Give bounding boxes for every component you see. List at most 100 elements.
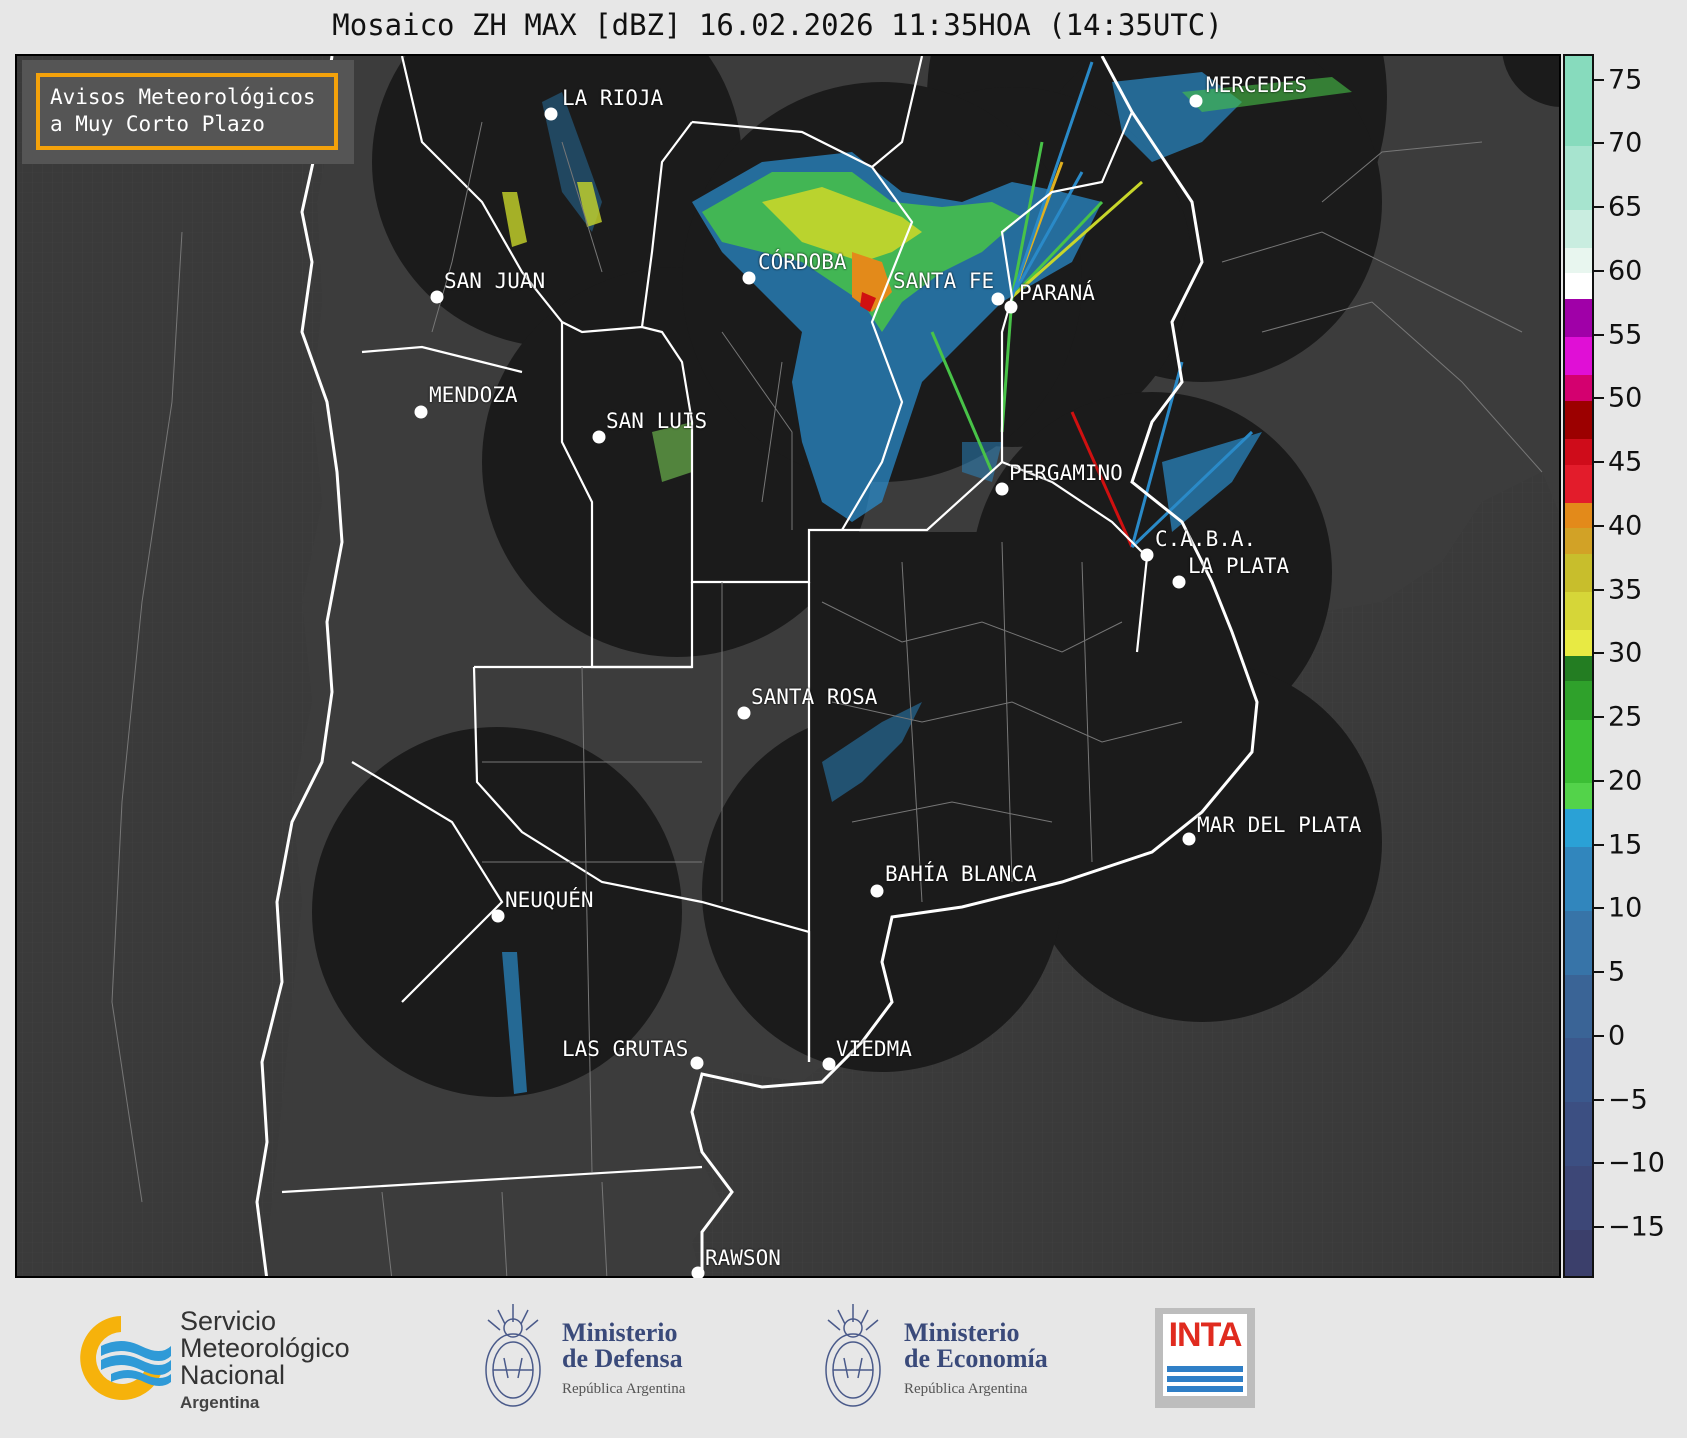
colorbar-tick-label: 45 <box>1608 446 1643 478</box>
colorbar-tick <box>1594 78 1604 81</box>
colorbar-tick-label: 60 <box>1608 255 1643 287</box>
colorbar-segment <box>1565 1229 1592 1276</box>
city-marker[interactable] <box>1172 575 1186 589</box>
smn-sub: Argentina <box>180 1393 260 1412</box>
colorbar-tick <box>1594 142 1604 145</box>
colorbar-tick <box>1594 333 1604 336</box>
colorbar-tick <box>1594 652 1604 655</box>
colorbar-tick <box>1594 461 1604 463</box>
city-label: LA PLATA <box>1188 554 1290 578</box>
badge-line-1: Avisos Meteorológicos <box>50 85 316 109</box>
city-marker[interactable] <box>1140 548 1154 562</box>
colorbar-tick <box>1594 206 1604 208</box>
colorbar-tick-label: 25 <box>1608 701 1643 733</box>
city-label: CÓRDOBA <box>758 250 847 274</box>
inta-text: INTA <box>1168 1316 1243 1354</box>
colorbar-segment <box>1565 527 1592 554</box>
colorbar-tick <box>1594 1034 1604 1037</box>
colorbar-tick <box>1594 588 1604 591</box>
colorbar-segment <box>1565 209 1592 248</box>
colorbar-segment <box>1565 629 1592 656</box>
map-title: Mosaico ZH MAX [dBZ] 16.02.2026 11:35HOA… <box>332 8 1223 42</box>
city-marker[interactable] <box>430 290 444 304</box>
colorbar-segment <box>1565 782 1592 809</box>
colorbar-tick-label: 70 <box>1608 127 1643 159</box>
city-marker[interactable] <box>991 292 1005 306</box>
city-label: SANTA FE <box>893 269 995 293</box>
colorbar <box>1563 54 1594 1278</box>
colorbar-segment <box>1565 272 1592 299</box>
colorbar-tick-label: 15 <box>1608 829 1643 860</box>
economia-logo[interactable]: Ministerio de Economía República Argenti… <box>818 1298 1088 1418</box>
colorbar-segment <box>1565 655 1592 682</box>
city-label: SANTA ROSA <box>751 685 878 709</box>
colorbar-segment <box>1565 336 1592 376</box>
city-marker[interactable] <box>995 482 1009 496</box>
city-marker[interactable] <box>491 909 505 923</box>
inta-logo-icon: INTA <box>1163 1314 1247 1396</box>
smn-logo-text: Servicio Meteorológico Nacional Argentin… <box>180 1308 350 1416</box>
city-label: C.A.B.A. <box>1155 527 1257 551</box>
colorbar-segment <box>1565 247 1592 274</box>
colorbar-segment <box>1565 910 1592 975</box>
city-label: SAN LUIS <box>606 409 708 433</box>
colorbar-tick <box>1594 1098 1604 1101</box>
colorbar-tick-label: 35 <box>1608 574 1643 605</box>
colorbar-segment <box>1565 680 1592 720</box>
colorbar-tick <box>1594 843 1604 846</box>
city-marker[interactable] <box>737 706 751 720</box>
badge-line-2: a Muy Corto Plazo <box>50 112 265 136</box>
defensa-logo[interactable]: Ministerio de Defensa República Argentin… <box>478 1298 738 1418</box>
city-marker[interactable] <box>1004 300 1018 314</box>
colorbar-segment <box>1565 553 1592 592</box>
colorbar-segment <box>1565 846 1592 911</box>
map-canvas <box>17 56 1559 1276</box>
city-marker[interactable] <box>544 107 558 121</box>
colorbar-segment <box>1565 1037 1592 1102</box>
city-label: PARANÁ <box>1019 281 1095 305</box>
colorbar-segment <box>1565 374 1592 401</box>
city-marker[interactable] <box>1182 832 1196 846</box>
city-label: PERGAMINO <box>1009 461 1123 485</box>
economia-sub: República Argentina <box>904 1381 1028 1397</box>
radar-map[interactable] <box>15 54 1561 1278</box>
smn-logo-icon <box>80 1316 171 1400</box>
city-marker[interactable] <box>1189 94 1203 108</box>
colorbar-tick <box>1594 907 1604 910</box>
city-marker[interactable] <box>742 271 756 285</box>
city-label: SAN JUAN <box>444 269 546 293</box>
warning-badge: Avisos Meteorológicos a Muy Corto Plazo <box>22 60 354 164</box>
colorbar-tick <box>1594 397 1604 400</box>
smn-line-3: Nacional <box>180 1360 286 1390</box>
colorbar-segment <box>1565 719 1592 784</box>
smn-line-2: Meteorológico <box>180 1333 350 1363</box>
colorbar-segment <box>1565 298 1592 337</box>
colorbar-segment <box>1565 464 1592 503</box>
smn-logo[interactable]: Servicio Meteorológico Nacional Argentin… <box>66 1308 386 1412</box>
colorbar-tick-label: 5 <box>1608 956 1626 988</box>
colorbar-tick-label: 55 <box>1608 319 1643 350</box>
city-label: MAR DEL PLATA <box>1197 813 1362 837</box>
city-marker[interactable] <box>690 1056 704 1070</box>
colorbar-tick-label: 50 <box>1608 382 1643 414</box>
colorbar-tick-label: 0 <box>1608 1020 1626 1052</box>
economia-line-2: de Economía <box>904 1344 1048 1373</box>
defensa-sub: República Argentina <box>562 1381 686 1397</box>
economia-text: Ministerio de Economía República Argenti… <box>904 1320 1048 1402</box>
city-marker[interactable] <box>870 884 884 898</box>
city-marker[interactable] <box>414 405 428 419</box>
inta-logo[interactable]: INTA <box>1155 1308 1255 1408</box>
city-label: RAWSON <box>705 1246 781 1270</box>
smn-line-1: Servicio <box>180 1306 277 1336</box>
colorbar-segment <box>1565 438 1592 465</box>
colorbar-tick-label: 30 <box>1608 637 1643 669</box>
colorbar-segment <box>1565 1165 1592 1230</box>
city-marker[interactable] <box>822 1057 836 1071</box>
colorbar-tick <box>1594 971 1604 973</box>
city-label: LAS GRUTAS <box>562 1037 689 1061</box>
colorbar-segment <box>1565 974 1592 1039</box>
colorbar-segment <box>1565 56 1592 146</box>
city-marker[interactable] <box>592 430 606 444</box>
footer-logos: Servicio Meteorológico Nacional Argentin… <box>0 1278 1687 1438</box>
colorbar-tick-label: −15 <box>1608 1211 1665 1243</box>
